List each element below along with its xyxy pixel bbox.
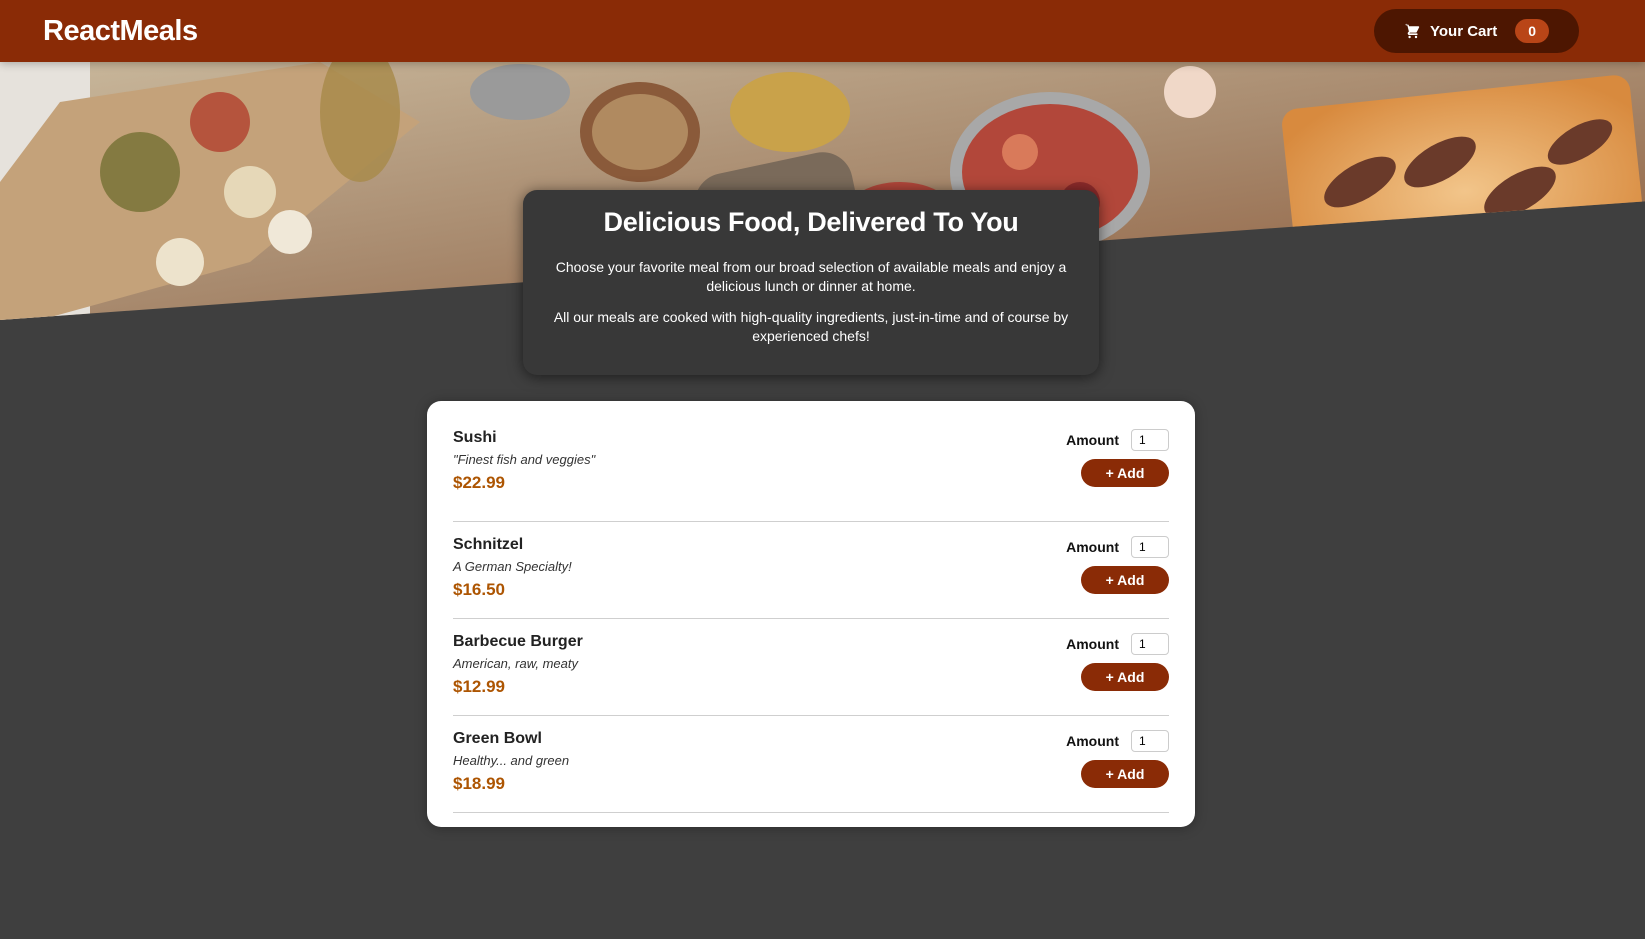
meal-name: Barbecue Burger bbox=[453, 633, 583, 650]
cart-icon bbox=[1404, 23, 1420, 39]
meal-item: Schnitzel A German Specialty! $16.50 Amo… bbox=[453, 522, 1169, 619]
amount-input[interactable] bbox=[1131, 536, 1169, 558]
meals-list-card: Sushi "Finest fish and veggies" $22.99 A… bbox=[427, 401, 1195, 827]
summary-paragraph-2: All our meals are cooked with high-quali… bbox=[553, 309, 1069, 344]
meal-description: Healthy... and green bbox=[453, 753, 570, 768]
amount-row: Amount bbox=[1066, 633, 1169, 655]
meal-price: $12.99 bbox=[453, 677, 505, 696]
amount-input[interactable] bbox=[1131, 429, 1169, 451]
meal-add-form: Amount + Add bbox=[1066, 730, 1169, 788]
amount-input[interactable] bbox=[1131, 730, 1169, 752]
meal-name: Schnitzel bbox=[453, 536, 524, 553]
cart-count-badge: 0 bbox=[1515, 19, 1550, 43]
meal-info: Green Bowl Healthy... and green $18.99 bbox=[453, 730, 569, 794]
amount-label: Amount bbox=[1066, 733, 1119, 749]
amount-label: Amount bbox=[1066, 432, 1119, 448]
meal-add-form: Amount + Add bbox=[1066, 536, 1169, 594]
meal-description: A German Specialty! bbox=[453, 559, 572, 574]
summary-paragraph-1: Choose your favorite meal from our broad… bbox=[555, 259, 1067, 294]
cart-label: Your Cart bbox=[1429, 22, 1498, 40]
add-button[interactable]: + Add bbox=[1081, 760, 1169, 788]
meal-add-form: Amount + Add bbox=[1066, 633, 1169, 691]
meal-item: Barbecue Burger American, raw, meaty $12… bbox=[453, 619, 1169, 716]
amount-row: Amount bbox=[1066, 536, 1169, 558]
main-header: ReactMeals Your Cart 0 bbox=[0, 0, 1645, 62]
meal-item: Green Bowl Healthy... and green $18.99 A… bbox=[453, 716, 1169, 813]
meal-description: American, raw, meaty bbox=[453, 656, 578, 671]
meal-info: Schnitzel A German Specialty! $16.50 bbox=[453, 536, 572, 600]
meal-price: $16.50 bbox=[453, 580, 505, 599]
meal-name: Sushi bbox=[453, 429, 497, 446]
amount-input[interactable] bbox=[1131, 633, 1169, 655]
amount-row: Amount bbox=[1066, 429, 1169, 451]
add-button[interactable]: + Add bbox=[1081, 663, 1169, 691]
cart-button[interactable]: Your Cart 0 bbox=[1374, 9, 1579, 53]
meal-price: $22.99 bbox=[453, 473, 505, 492]
amount-row: Amount bbox=[1066, 730, 1169, 752]
amount-label: Amount bbox=[1066, 636, 1119, 652]
meal-name: Green Bowl bbox=[453, 730, 542, 747]
brand-logo: ReactMeals bbox=[43, 14, 198, 47]
meal-description: "Finest fish and veggies" bbox=[453, 452, 596, 467]
summary-title: Delicious Food, Delivered To You bbox=[603, 207, 1019, 237]
add-button[interactable]: + Add bbox=[1081, 459, 1169, 487]
meal-info: Barbecue Burger American, raw, meaty $12… bbox=[453, 633, 583, 697]
meal-info: Sushi "Finest fish and veggies" $22.99 bbox=[453, 429, 595, 493]
meal-add-form: Amount + Add bbox=[1066, 429, 1169, 487]
amount-label: Amount bbox=[1066, 539, 1119, 555]
meal-item: Sushi "Finest fish and veggies" $22.99 A… bbox=[453, 425, 1169, 522]
add-button[interactable]: + Add bbox=[1081, 566, 1169, 594]
summary-card: Delicious Food, Delivered To You Choose … bbox=[523, 190, 1099, 375]
meal-price: $18.99 bbox=[453, 774, 505, 793]
